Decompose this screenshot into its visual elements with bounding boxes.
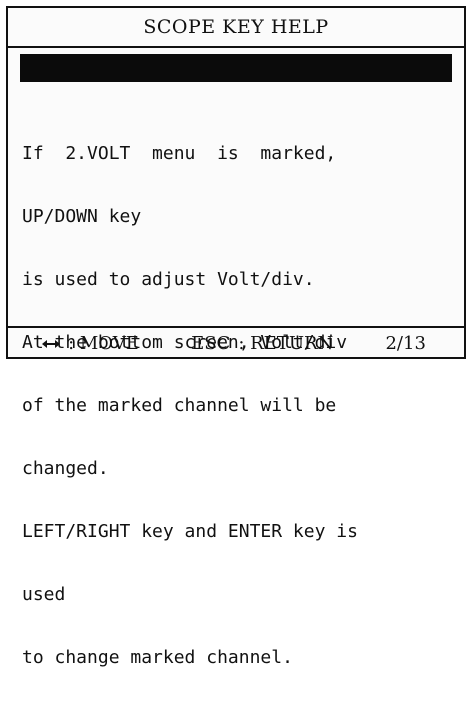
title-divider — [8, 46, 464, 48]
page-indicator: 2/13 — [385, 333, 426, 354]
left-right-arrow-icon — [42, 337, 61, 351]
help-line: changed. — [22, 458, 109, 479]
help-line: UP/DOWN key — [22, 206, 142, 227]
selection-bar — [20, 54, 452, 82]
return-label: : RETURN — [238, 333, 334, 354]
esc-key-label: ESC — [191, 333, 231, 354]
help-window: SCOPE KEY HELP If 2.VOLT menu is marked,… — [6, 6, 466, 668]
help-line: LEFT/RIGHT key and ENTER key is — [22, 521, 358, 542]
move-label: : MOVE — [68, 333, 139, 354]
return-hint[interactable]: ESC : RETURN — [191, 333, 333, 354]
help-line: used — [22, 584, 66, 605]
window-title: SCOPE KEY HELP — [143, 16, 329, 38]
help-line: of the marked channel will be — [22, 395, 337, 416]
help-line: to change marked channel. — [22, 647, 293, 668]
footer-bar: : MOVE ESC : RETURN 2/13 — [8, 328, 464, 359]
help-line: If 2.VOLT menu is marked, — [22, 143, 337, 164]
move-hint[interactable]: : MOVE — [42, 333, 139, 354]
help-text: If 2.VOLT menu is marked, UP/DOWN key is… — [22, 101, 454, 710]
help-line: is used to adjust Volt/div. — [22, 269, 315, 290]
